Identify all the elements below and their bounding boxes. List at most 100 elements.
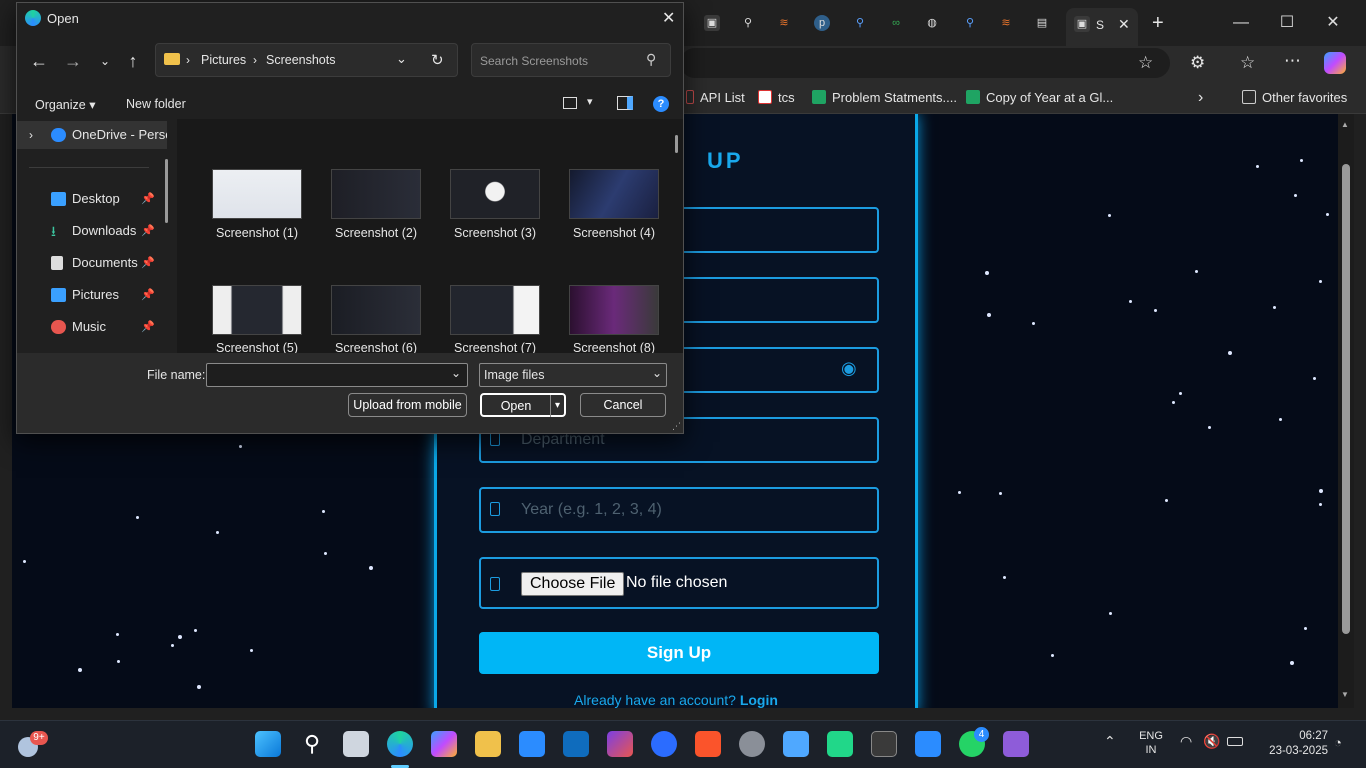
vscode-icon[interactable] <box>915 731 941 757</box>
back-icon[interactable]: ← <box>27 49 51 73</box>
minimize-icon[interactable]: — <box>1218 8 1264 38</box>
chevron-down-icon[interactable]: ⌄ <box>396 51 407 67</box>
filetype-select[interactable]: Image files ⌄ <box>479 363 667 387</box>
file-item[interactable]: Screenshot (7) <box>435 237 555 357</box>
clipchamp-icon[interactable] <box>607 731 633 757</box>
scroll-down-icon[interactable]: ▼ <box>1341 690 1349 699</box>
language-indicator[interactable]: ENG IN <box>1136 729 1166 757</box>
battery-icon[interactable] <box>1227 737 1243 746</box>
sidebar-item-pictures[interactable]: Pictures 📌 <box>17 281 167 309</box>
forward-icon[interactable]: → <box>61 49 85 73</box>
weather-widget[interactable]: 9+ <box>18 731 48 759</box>
copilot-icon[interactable] <box>1324 52 1346 74</box>
file-item[interactable]: Screenshot (6) <box>316 237 436 357</box>
view-dropdown-icon[interactable]: ▾ <box>587 95 593 108</box>
file-item[interactable]: Screenshot (2) <box>316 121 436 241</box>
volume-muted-icon[interactable]: 🔇 <box>1203 733 1220 750</box>
breadcrumb[interactable]: › Pictures › Screenshots ⌄ ↻ <box>155 43 458 77</box>
file-item[interactable]: Screenshot (3) <box>435 121 555 241</box>
notification-icon[interactable]: ◔ <box>1334 735 1342 750</box>
address-field[interactable]: ☆ <box>680 48 1170 78</box>
up-icon[interactable]: ↑ <box>121 49 145 73</box>
messenger-icon[interactable] <box>651 731 677 757</box>
refresh-icon[interactable]: ↻ <box>431 51 444 69</box>
preview-pane-icon[interactable] <box>617 96 633 110</box>
open-button[interactable]: Open ▾ <box>480 393 566 417</box>
choose-file-button[interactable]: Choose File <box>521 572 625 596</box>
tab-icon-gfg[interactable]: ∞ <box>888 15 904 31</box>
pycharm-icon[interactable] <box>827 731 853 757</box>
tab-icon-doc[interactable]: ▤ <box>1034 15 1050 31</box>
edge-icon[interactable] <box>387 731 413 757</box>
breadcrumb-screenshots[interactable]: Screenshots <box>266 53 335 67</box>
active-tab[interactable]: ▣ S ✕ <box>1066 8 1138 46</box>
tab-icon-profile[interactable]: p <box>814 15 830 31</box>
visual-studio-icon[interactable] <box>1003 731 1029 757</box>
sidebar-item-onedrive[interactable]: › OneDrive - Perso <box>17 121 167 149</box>
new-tab-icon[interactable]: + <box>1152 12 1164 35</box>
file-grid-scrollbar[interactable] <box>675 135 678 153</box>
filename-input[interactable]: ⌄ <box>206 363 468 387</box>
file-item[interactable]: Screenshot (5) <box>197 237 317 357</box>
view-mode-icon[interactable] <box>563 97 577 109</box>
page-scrollbar[interactable]: ▲ ▼ <box>1338 114 1354 708</box>
search-input[interactable]: Search Screenshots ⚲ <box>471 43 671 77</box>
year-field[interactable]: Year (e.g. 1, 2, 3, 4) <box>479 487 879 533</box>
resize-grip-icon[interactable]: ⋰ <box>672 421 681 432</box>
store-icon[interactable] <box>519 731 545 757</box>
dialog-close-icon[interactable]: ✕ <box>662 8 675 28</box>
file-item[interactable]: Screenshot (4) <box>554 121 674 241</box>
tab-icon-globe[interactable]: ◍ <box>924 15 940 31</box>
cancel-button[interactable]: Cancel <box>580 393 666 417</box>
tab-icon-stackoverflow[interactable]: ≋ <box>776 15 792 31</box>
fav-item-problem-statements[interactable]: Problem Statments.... <box>812 88 957 108</box>
wifi-icon[interactable]: ◠ <box>1180 733 1192 750</box>
tab-icon-search-3[interactable]: ⚲ <box>962 15 978 31</box>
file-item[interactable]: Screenshot (8) <box>554 237 674 357</box>
sidebar-scrollbar[interactable] <box>165 159 168 223</box>
help-icon[interactable]: ? <box>653 96 669 112</box>
scrollbar-thumb[interactable] <box>1342 164 1350 634</box>
task-view-icon[interactable] <box>343 731 369 757</box>
extensions-icon[interactable]: ⚙ <box>1190 53 1205 73</box>
expand-icon[interactable]: › <box>29 121 33 149</box>
fav-item-api-list[interactable]: API List <box>686 88 745 108</box>
new-folder-button[interactable]: New folder <box>126 97 186 111</box>
sidebar-item-downloads[interactable]: ⭳ Downloads 📌 <box>17 217 167 245</box>
sign-up-button[interactable]: Sign Up <box>479 632 879 674</box>
tab-icon-stackoverflow-2[interactable]: ≋ <box>998 15 1014 31</box>
sidebar-item-documents[interactable]: Documents 📌 <box>17 249 167 277</box>
close-window-icon[interactable]: ✕ <box>1310 8 1356 38</box>
start-icon[interactable] <box>255 731 281 757</box>
other-favorites[interactable]: Other favorites <box>1242 88 1347 108</box>
search-icon[interactable]: ⚲ <box>299 731 325 757</box>
clock[interactable]: 06:27 23-03-2025 <box>1258 729 1328 759</box>
favorite-star-icon[interactable]: ☆ <box>1138 53 1153 73</box>
terminal-icon[interactable] <box>871 731 897 757</box>
favorites-icon[interactable]: ☆ <box>1240 53 1255 73</box>
upload-from-mobile-button[interactable]: Upload from mobile <box>348 393 467 417</box>
eye-icon[interactable]: ◉ <box>841 358 857 379</box>
outlook-icon[interactable] <box>563 731 589 757</box>
breadcrumb-pictures[interactable]: Pictures <box>201 53 246 67</box>
scroll-up-icon[interactable]: ▲ <box>1341 120 1349 129</box>
notepad-icon[interactable] <box>783 731 809 757</box>
copilot-icon[interactable] <box>431 731 457 757</box>
brave-icon[interactable] <box>695 731 721 757</box>
chevron-down-icon[interactable]: ⌄ <box>451 366 461 380</box>
tab-icon-search[interactable]: ⚲ <box>740 15 756 31</box>
chevron-up-icon[interactable]: ⌃ <box>1104 733 1116 750</box>
recent-locations-icon[interactable]: ⌄ <box>93 49 117 73</box>
tab-icon-search-2[interactable]: ⚲ <box>852 15 868 31</box>
close-tab-icon[interactable]: ✕ <box>1118 16 1130 33</box>
organize-menu[interactable]: Organize ▾ <box>35 97 95 112</box>
settings-icon[interactable] <box>739 731 765 757</box>
more-options-icon[interactable]: ⋯ <box>1284 51 1301 71</box>
fav-item-tcs[interactable]: tcs <box>758 88 795 108</box>
file-item[interactable]: Screenshot (1) <box>197 121 317 241</box>
tab-icon-terminal[interactable]: ▣ <box>704 15 720 31</box>
fav-item-year-at-a-glance[interactable]: Copy of Year at a Gl... <box>966 88 1113 108</box>
maximize-icon[interactable]: ☐ <box>1264 8 1310 38</box>
open-dropdown-icon[interactable]: ▾ <box>550 395 564 417</box>
file-explorer-icon[interactable] <box>475 731 501 757</box>
